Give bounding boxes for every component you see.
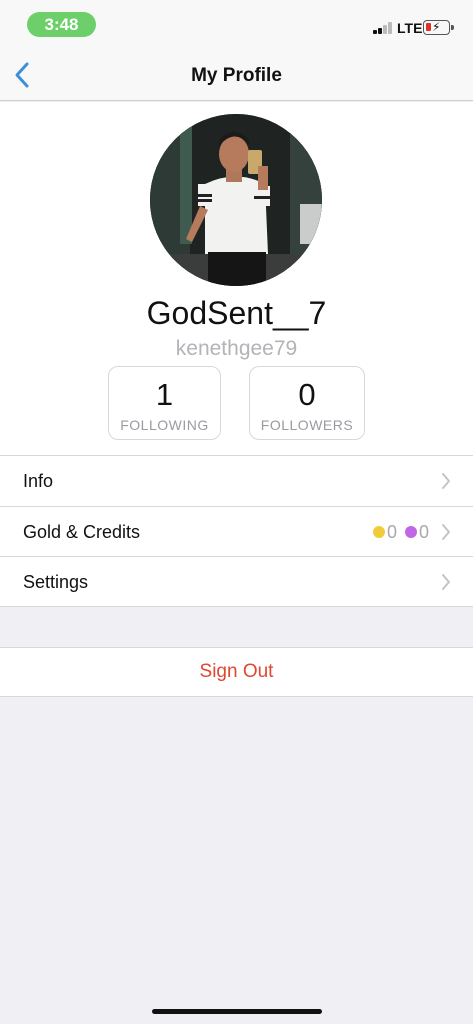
home-indicator[interactable] <box>152 1009 322 1014</box>
avatar[interactable] <box>150 114 322 286</box>
profile-header: GodSent__7 kenethgee79 1 FOLLOWING 0 FOL… <box>0 102 473 455</box>
network-type: LTE <box>397 20 423 36</box>
gold-coin-icon <box>372 526 385 538</box>
battery-icon: ⚡ <box>423 20 454 35</box>
sign-out-button[interactable]: Sign Out <box>0 647 473 697</box>
followers-count-button[interactable]: 0 FOLLOWERS <box>249 366 365 440</box>
menu-item-settings[interactable]: Settings <box>0 556 473 606</box>
chevron-left-icon <box>15 62 29 88</box>
menu-item-label: Gold & Credits <box>23 522 141 542</box>
balance-indicator: 0 0 <box>372 507 429 557</box>
gold-balance: 0 <box>386 522 397 542</box>
credit-balance: 0 <box>418 522 429 542</box>
chevron-right-icon <box>442 524 450 540</box>
avatar-photo <box>150 114 322 286</box>
menu-item-label: Settings <box>23 572 89 592</box>
menu-item-label: Info <box>23 471 54 491</box>
cellular-signal-icon <box>373 22 395 34</box>
charging-bolt-icon: ⚡ <box>432 20 441 34</box>
menu-item-info[interactable]: Info <box>0 456 473 506</box>
following-label: FOLLOWING <box>120 417 209 433</box>
username: kenethgee79 <box>175 337 298 360</box>
back-button[interactable] <box>8 58 40 92</box>
navigation-bar: My Profile <box>0 50 473 101</box>
page-title: My Profile <box>191 65 282 86</box>
following-count-button[interactable]: 1 FOLLOWING <box>108 366 221 440</box>
credit-coin-icon <box>404 526 417 538</box>
display-name: GodSent__7 <box>146 295 327 331</box>
chevron-right-icon <box>442 574 450 590</box>
status-bar: 3:48 LTE ⚡ <box>0 0 473 50</box>
status-time[interactable]: 3:48 <box>27 12 96 37</box>
profile-screen: 3:48 LTE ⚡ My Profile GodSent__7 kenethg… <box>0 0 473 1024</box>
menu-item-gold-credits[interactable]: Gold & Credits 0 0 <box>0 506 473 556</box>
chevron-right-icon <box>442 473 450 489</box>
followers-count: 0 <box>298 377 316 412</box>
following-count: 1 <box>155 377 174 412</box>
profile-menu: Info Gold & Credits 0 0 Settings <box>0 455 473 607</box>
followers-label: FOLLOWERS <box>260 417 354 433</box>
